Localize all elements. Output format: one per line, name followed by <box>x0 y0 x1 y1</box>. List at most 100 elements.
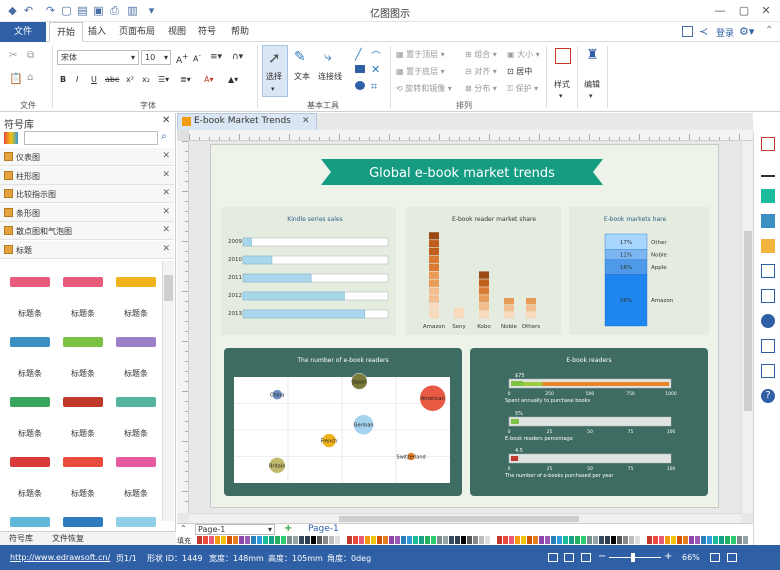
color-swatch[interactable] <box>407 536 412 544</box>
group-button[interactable]: ⊞ 组合 ▾ <box>465 49 497 60</box>
text-direction-icon[interactable]: ∩▾ <box>232 52 243 62</box>
bring-to-front-button[interactable]: ▦ 置于顶层 ▾ <box>396 49 445 60</box>
line-icon[interactable]: ╱ <box>355 48 362 61</box>
help-icon[interactable]: ? <box>761 389 775 403</box>
scrollbar-thumb[interactable] <box>164 275 173 301</box>
image-icon[interactable] <box>761 214 775 228</box>
color-swatch[interactable] <box>293 536 298 544</box>
text-tool-label[interactable]: 文本 <box>294 71 310 82</box>
color-swatch[interactable] <box>245 536 250 544</box>
color-swatch[interactable] <box>719 536 724 544</box>
color-swatch[interactable] <box>455 536 460 544</box>
color-swatch[interactable] <box>695 536 700 544</box>
banner-shape[interactable] <box>63 397 103 407</box>
font-color-button[interactable]: A▾ <box>204 75 214 84</box>
crop-icon[interactable]: ⌗ <box>371 80 377 94</box>
color-swatch[interactable] <box>509 536 514 544</box>
color-swatch[interactable] <box>299 536 304 544</box>
shrink-font-icon[interactable]: A- <box>193 52 201 64</box>
paste-icon[interactable]: 📋 <box>9 72 23 85</box>
category-item[interactable]: 比较指示图 ✕ <box>0 185 174 203</box>
center-button[interactable]: ⊡ 居中 <box>507 66 532 77</box>
fullscreen-icon[interactable] <box>581 553 591 562</box>
line-style-icon[interactable] <box>761 163 775 177</box>
color-swatch[interactable] <box>227 536 232 544</box>
color-swatch[interactable] <box>623 536 628 544</box>
color-swatch[interactable] <box>203 536 208 544</box>
connector-icon[interactable]: ⤷ <box>324 49 332 65</box>
globe-icon[interactable] <box>761 314 775 328</box>
banner-shape[interactable] <box>116 277 156 287</box>
curve-icon[interactable]: ⌒ <box>371 48 381 63</box>
style-icon[interactable] <box>555 48 571 64</box>
color-swatch[interactable] <box>713 536 718 544</box>
color-swatch[interactable] <box>473 536 478 544</box>
color-swatch[interactable] <box>629 536 634 544</box>
color-swatch[interactable] <box>551 536 556 544</box>
color-swatch[interactable] <box>587 536 592 544</box>
color-swatch[interactable] <box>647 536 652 544</box>
close-tab-icon[interactable]: ✕ <box>302 116 310 126</box>
color-swatch[interactable] <box>461 536 466 544</box>
color-swatch[interactable] <box>395 536 400 544</box>
symbol-search-input[interactable] <box>24 131 158 145</box>
horizontal-scrollbar[interactable] <box>189 513 741 523</box>
send-to-back-button[interactable]: ▦ 置于底层 ▾ <box>396 66 445 77</box>
category-item[interactable]: 仪表图 ✕ <box>0 148 174 166</box>
maximize-button[interactable]: ▢ <box>736 3 752 18</box>
color-swatch[interactable] <box>269 536 274 544</box>
cross-icon[interactable]: ✕ <box>371 63 380 76</box>
grow-font-icon[interactable]: A+ <box>176 52 188 66</box>
color-swatch[interactable] <box>263 536 268 544</box>
color-swatch[interactable] <box>371 536 376 544</box>
color-swatch[interactable] <box>323 536 328 544</box>
color-swatch[interactable] <box>437 536 442 544</box>
font-name-select[interactable]: 宋体 ▾ <box>57 50 139 65</box>
fill-icon[interactable] <box>761 137 775 151</box>
scrollbar-thumb[interactable] <box>744 231 752 411</box>
color-swatch[interactable] <box>275 536 280 544</box>
vertical-scrollbar[interactable] <box>741 141 753 513</box>
shadow-icon[interactable] <box>761 189 775 203</box>
underline-button[interactable]: U <box>91 75 97 84</box>
color-swatch[interactable] <box>413 536 418 544</box>
color-swatch[interactable] <box>347 536 352 544</box>
color-swatch[interactable] <box>545 536 550 544</box>
collapse-ribbon-icon[interactable]: ⌃ <box>765 25 773 36</box>
search-icon[interactable]: ⌕ <box>161 131 167 142</box>
color-swatch[interactable] <box>383 536 388 544</box>
color-swatch[interactable] <box>653 536 658 544</box>
banner-shape[interactable] <box>63 337 103 347</box>
text-tool-icon[interactable]: ✎ <box>294 49 306 65</box>
settings-gear-icon[interactable]: ⚙▾ <box>739 25 754 38</box>
color-swatch[interactable] <box>449 536 454 544</box>
color-swatch[interactable] <box>467 536 472 544</box>
note-icon[interactable] <box>761 339 775 353</box>
drawing-page[interactable]: Global e-book market trends Kindle serie… <box>210 144 719 508</box>
category-item[interactable]: 条形图 ✕ <box>0 203 174 222</box>
align-objects-button[interactable]: ⊟ 对齐 ▾ <box>465 66 497 77</box>
color-swatch[interactable] <box>257 536 262 544</box>
color-swatch[interactable] <box>707 536 712 544</box>
close-button[interactable]: ✕ <box>758 3 774 18</box>
color-swatch[interactable] <box>671 536 676 544</box>
banner-shape[interactable] <box>116 457 156 467</box>
website-link[interactable]: http://www.edrawsoft.cn/ <box>10 553 110 562</box>
connector-tool-label[interactable]: 连接线 <box>318 71 342 82</box>
italic-button[interactable]: I <box>76 75 78 84</box>
color-swatch[interactable] <box>599 536 604 544</box>
color-swatch[interactable] <box>635 536 640 544</box>
color-swatch[interactable] <box>677 536 682 544</box>
close-icon[interactable]: ✕ <box>162 225 170 235</box>
banner-shape[interactable] <box>63 517 103 527</box>
banner-shape[interactable] <box>10 457 50 467</box>
collapse-icon[interactable]: ⌃ <box>180 524 187 533</box>
rectangle-icon[interactable] <box>355 65 365 73</box>
edit-button[interactable]: 编辑 <box>584 79 600 90</box>
data-icon[interactable] <box>761 289 775 303</box>
color-swatch[interactable] <box>593 536 598 544</box>
color-swatch[interactable] <box>725 536 730 544</box>
color-swatch[interactable] <box>335 536 340 544</box>
color-swatch[interactable] <box>485 536 490 544</box>
format-painter-icon[interactable]: ⌂ <box>27 72 40 85</box>
